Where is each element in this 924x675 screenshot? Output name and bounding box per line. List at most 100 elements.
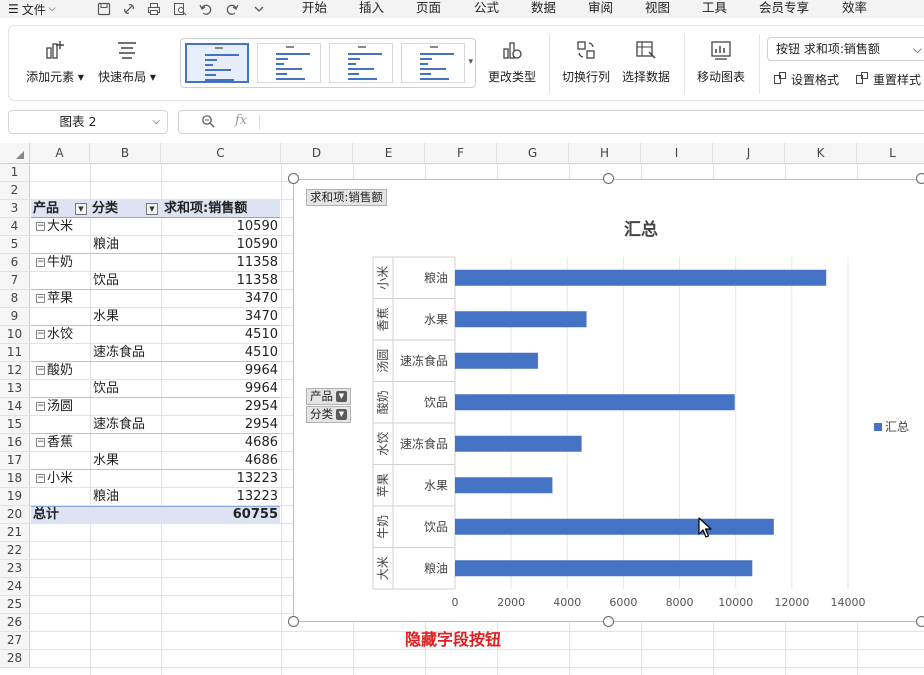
tab-formula[interactable]: 公式 [474, 0, 499, 18]
zoom-search-icon[interactable] [201, 114, 215, 132]
fx-icon[interactable]: fx [235, 113, 247, 128]
change-type-button[interactable]: 更改类型 [481, 26, 543, 102]
row-header-17[interactable]: 17 [0, 452, 30, 470]
chart-style-thumb-4[interactable] [401, 43, 465, 83]
set-format-button[interactable]: 设置格式 [773, 69, 839, 89]
tab-view[interactable]: 视图 [645, 0, 670, 18]
tab-data[interactable]: 数据 [531, 0, 556, 18]
chart-style-gallery[interactable]: ▾ [180, 38, 476, 88]
chart-legend[interactable]: 汇总 [874, 418, 909, 435]
pivot-category-cell[interactable]: 速冻食品 [93, 416, 145, 434]
row-header-14[interactable]: 14 [0, 398, 30, 416]
column-header-e[interactable]: E [353, 143, 425, 164]
pivot-product-cell[interactable]: 小米 [47, 470, 73, 488]
row-header-10[interactable]: 10 [0, 326, 30, 344]
row-header-13[interactable]: 13 [0, 380, 30, 398]
tab-home[interactable]: 开始 [302, 0, 327, 18]
row-header-23[interactable]: 23 [0, 560, 30, 578]
pivot-product-cell[interactable]: 苹果 [47, 290, 73, 308]
tab-member[interactable]: 会员专享 [759, 0, 809, 18]
column-header-c[interactable]: C [161, 143, 281, 164]
collapse-icon[interactable]: − [36, 294, 45, 303]
row-header-25[interactable]: 25 [0, 596, 30, 614]
row-header-4[interactable]: 4 [0, 218, 30, 236]
tab-insert[interactable]: 插入 [359, 0, 384, 18]
save-icon[interactable] [96, 1, 112, 17]
row-header-18[interactable]: 18 [0, 470, 30, 488]
row-header-15[interactable]: 15 [0, 416, 30, 434]
collapse-icon[interactable]: − [36, 438, 45, 447]
collapse-icon[interactable]: − [36, 330, 45, 339]
chart-style-thumb-2[interactable] [257, 43, 321, 83]
row-header-16[interactable]: 16 [0, 434, 30, 452]
row-header-19[interactable]: 19 [0, 488, 30, 506]
pivot-product-cell[interactable]: 牛奶 [47, 254, 73, 272]
pivot-value-cell[interactable]: 4510 [161, 344, 278, 362]
row-header-6[interactable]: 6 [0, 254, 30, 272]
quick-layout-button[interactable]: 快速布局 ▾ [89, 26, 165, 102]
row-header-24[interactable]: 24 [0, 578, 30, 596]
row-header-11[interactable]: 11 [0, 344, 30, 362]
category-filter-button[interactable]: ▼ [146, 203, 158, 215]
pivot-category-cell[interactable]: 水果 [93, 452, 119, 470]
collapse-icon[interactable]: − [36, 222, 45, 231]
column-header-d[interactable]: D [281, 143, 353, 164]
switch-row-col-button[interactable]: 切换行列 [555, 26, 617, 102]
pivot-product-cell[interactable]: 香蕉 [47, 434, 73, 452]
pivot-value-cell[interactable]: 3470 [161, 308, 278, 326]
name-box[interactable]: 图表 2 ⌵ [8, 110, 168, 134]
print-icon[interactable] [146, 1, 162, 17]
row-header-2[interactable]: 2 [0, 182, 30, 200]
chart-element-select[interactable]: 按钮 求和项:销售额 ⌵ [767, 37, 924, 61]
pivot-value-cell[interactable]: 2954 [161, 416, 278, 434]
add-element-button[interactable]: 添加元素 ▾ [17, 26, 93, 102]
column-header-b[interactable]: B [90, 143, 161, 164]
chart-style-thumb-1[interactable] [185, 43, 249, 83]
pivot-value-cell[interactable]: 10590 [161, 236, 278, 254]
pivot-subtotal-cell[interactable]: 9964 [161, 362, 278, 380]
row-header-12[interactable]: 12 [0, 362, 30, 380]
pivot-category-cell[interactable]: 粮油 [93, 488, 119, 506]
tab-tools[interactable]: 工具 [702, 0, 727, 18]
pivot-value-cell[interactable]: 9964 [161, 380, 278, 398]
collapse-icon[interactable]: − [36, 474, 45, 483]
gallery-more-icon[interactable]: ▾ [468, 57, 473, 67]
pivot-product-cell[interactable]: 酸奶 [47, 362, 73, 380]
pivot-product-cell[interactable]: 大米 [47, 218, 73, 236]
formula-bar[interactable]: fx [178, 110, 924, 134]
redo-icon[interactable] [224, 1, 240, 17]
pivot-category-cell[interactable]: 粮油 [93, 236, 119, 254]
pivot-category-cell[interactable]: 水果 [93, 308, 119, 326]
column-header-f[interactable]: F [425, 143, 497, 164]
reset-style-button[interactable]: 重置样式 [855, 69, 921, 89]
column-header-a[interactable]: A [30, 143, 90, 164]
chart-style-thumb-3[interactable] [329, 43, 393, 83]
row-header-27[interactable]: 27 [0, 632, 30, 650]
pivot-value-cell[interactable]: 4686 [161, 452, 278, 470]
print-preview-icon[interactable] [172, 1, 188, 17]
collapse-icon[interactable]: − [36, 258, 45, 267]
pivot-value-cell[interactable]: 11358 [161, 272, 278, 290]
row-header-8[interactable]: 8 [0, 290, 30, 308]
link-icon[interactable] [121, 1, 137, 17]
select-data-button[interactable]: 选择数据 [615, 26, 677, 102]
row-header-26[interactable]: 26 [0, 614, 30, 632]
collapse-icon[interactable]: − [36, 402, 45, 411]
tab-review[interactable]: 审阅 [588, 0, 613, 18]
pivot-value-cell[interactable]: 13223 [161, 488, 278, 506]
pivot-subtotal-cell[interactable]: 4686 [161, 434, 278, 452]
row-header-3[interactable]: 3 [0, 200, 30, 218]
chart-plot-area[interactable]: 粮油小米水果香蕉速冻食品汤圆饮品酸奶速冻食品水饺水果苹果饮品牛奶粮油大米0 200… [293, 179, 924, 622]
column-header-l[interactable]: L [857, 143, 924, 164]
row-header-1[interactable]: 1 [0, 164, 30, 182]
row-header-22[interactable]: 22 [0, 542, 30, 560]
more-chevron-icon[interactable] [251, 1, 267, 17]
pivot-subtotal-cell[interactable]: 3470 [161, 290, 278, 308]
pivot-subtotal-cell[interactable]: 13223 [161, 470, 278, 488]
product-filter-button[interactable]: ▼ [75, 203, 87, 215]
pivot-category-cell[interactable]: 速冻食品 [93, 344, 145, 362]
tab-page[interactable]: 页面 [416, 0, 441, 18]
column-header-h[interactable]: H [569, 143, 641, 164]
pivot-subtotal-cell[interactable]: 11358 [161, 254, 278, 272]
pivot-subtotal-cell[interactable]: 10590 [161, 218, 278, 236]
